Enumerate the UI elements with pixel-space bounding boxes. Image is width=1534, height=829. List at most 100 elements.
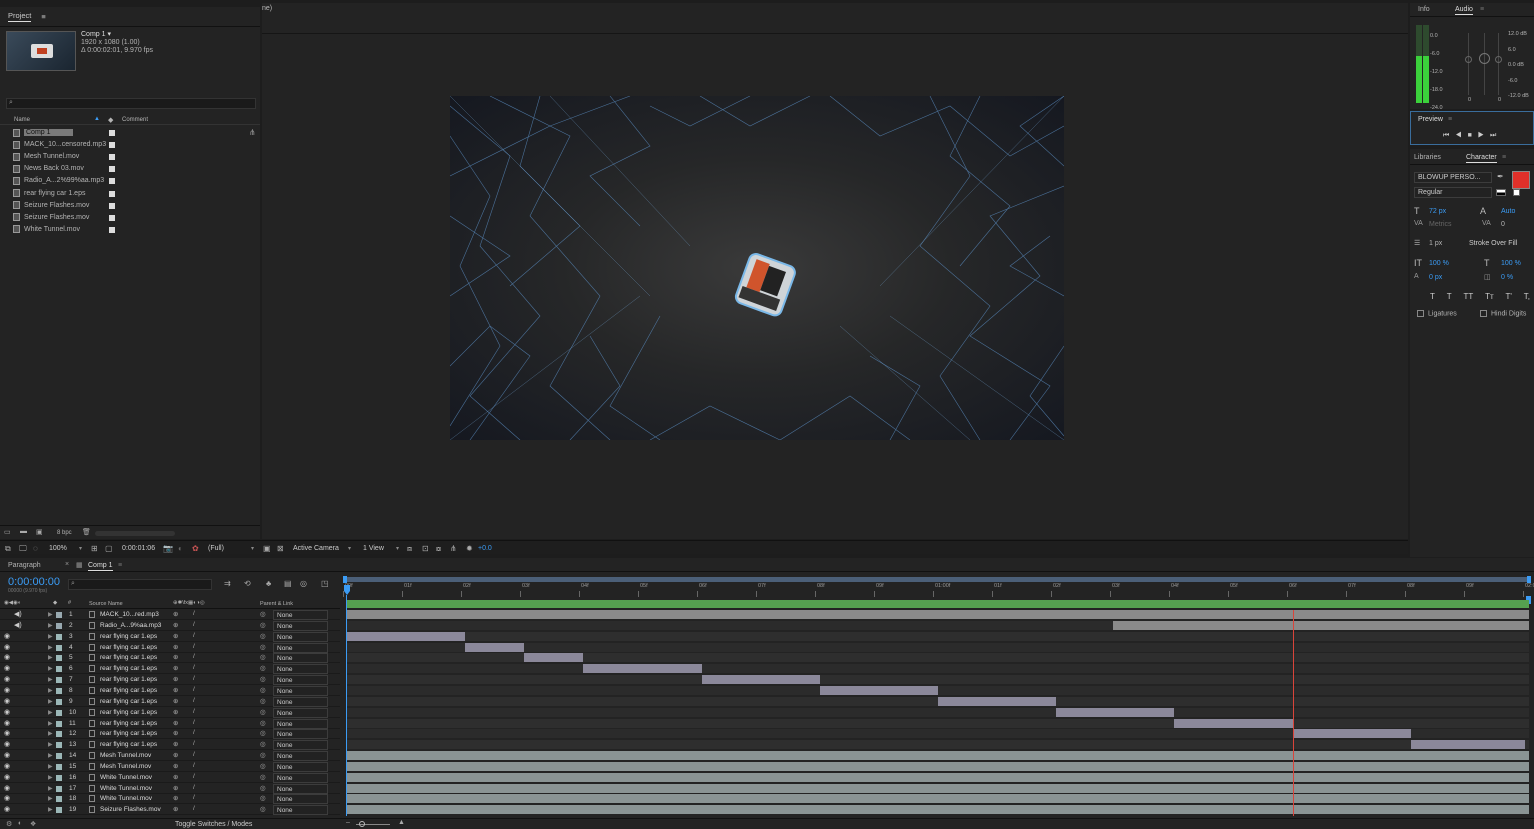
new-comp-icon[interactable]: ▣ [36, 528, 43, 536]
shy-switch-icon[interactable]: ⊕ [173, 621, 178, 629]
layer-duration-bar[interactable] [701, 675, 820, 685]
pickwhip-icon[interactable]: ◎ [260, 740, 266, 748]
visibility-eye-icon[interactable]: ◉ [4, 729, 10, 737]
audio-slider-knob[interactable] [1465, 56, 1472, 63]
views-dropdown[interactable]: 1 View [363, 545, 384, 552]
label-color-swatch[interactable] [56, 677, 62, 684]
comp-mini-flowchart-icon[interactable]: ⇉ [224, 579, 231, 588]
toggle-pixel-icon[interactable]: ⧈ [407, 544, 412, 554]
layer-row[interactable]: ◀) ▶ 1 MACK_10...red.mp3 ⊕ / ◎ None [0, 610, 340, 620]
visibility-eye-icon[interactable]: ◉ [4, 794, 10, 802]
quality-switch-icon[interactable]: / [193, 675, 195, 682]
exposure-icon[interactable]: ✹ [466, 544, 473, 553]
pickwhip-icon[interactable]: ◎ [260, 697, 266, 705]
parent-dropdown[interactable]: None [273, 751, 328, 762]
transfer-controls-icon[interactable]: ◐ [18, 820, 22, 827]
expand-arrow-icon[interactable]: ▶ [48, 806, 53, 813]
layer-row[interactable]: ◀) ▶ 2 Radio_A...9%aa.mp3 ⊕ / ◎ None [0, 620, 340, 631]
quality-switch-icon[interactable]: / [193, 632, 195, 639]
parent-dropdown[interactable]: None [273, 794, 328, 805]
text-style-button[interactable]: T' [1506, 292, 1512, 304]
label-color-swatch[interactable] [109, 202, 115, 209]
expand-arrow-icon[interactable]: ▶ [48, 633, 53, 640]
visibility-eye-icon[interactable]: ◉ [4, 653, 10, 661]
motion-blur-icon[interactable]: ◎ [300, 579, 307, 588]
label-color-swatch[interactable] [56, 731, 62, 738]
shy-switch-icon[interactable]: ⊕ [173, 675, 178, 683]
mask-icon[interactable]: ◌ [33, 544, 38, 553]
leading-value[interactable]: Auto [1501, 208, 1515, 215]
quality-switch-icon[interactable]: / [193, 653, 195, 660]
pickwhip-icon[interactable]: ◎ [260, 805, 266, 813]
last-frame-icon[interactable]: ⏭ [1490, 132, 1502, 139]
ligatures-checkbox[interactable] [1417, 310, 1424, 317]
tsume-value[interactable]: 0 % [1501, 274, 1513, 281]
parent-dropdown[interactable]: None [273, 805, 328, 816]
expand-arrow-icon[interactable]: ▶ [48, 795, 53, 802]
stroke-color-swatch[interactable] [1513, 189, 1520, 196]
parent-dropdown[interactable]: None [273, 631, 328, 642]
shy-switch-icon[interactable]: ⊕ [173, 794, 178, 802]
vertical-scale-value[interactable]: 100 % [1429, 260, 1449, 267]
audio-slider-left[interactable] [1468, 33, 1469, 95]
layer-duration-bar[interactable] [1292, 729, 1411, 739]
pickwhip-icon[interactable]: ◎ [260, 632, 266, 640]
label-color-swatch[interactable] [56, 709, 62, 716]
layer-duration-bar[interactable] [1410, 740, 1526, 750]
tab-audio[interactable]: Audio [1455, 6, 1473, 15]
quality-switch-icon[interactable]: / [193, 773, 195, 780]
parent-dropdown[interactable]: None [273, 685, 328, 696]
shy-switch-icon[interactable]: ⊕ [173, 751, 178, 759]
layer-name[interactable]: Mesh Tunnel.mov [100, 752, 151, 759]
layer-name[interactable]: MACK_10...red.mp3 [100, 611, 159, 618]
col-parent-link[interactable]: Parent & Link [260, 601, 293, 607]
pickwhip-icon[interactable]: ◎ [260, 751, 266, 759]
quality-switch-icon[interactable]: / [193, 697, 195, 704]
parent-dropdown[interactable]: None [273, 610, 328, 620]
layer-duration-bar[interactable] [465, 642, 525, 652]
layer-row[interactable]: ◉ ▶ 15 Mesh Tunnel.mov ⊕ / ◎ None [0, 761, 340, 772]
visibility-eye-icon[interactable]: ◉ [4, 675, 10, 683]
label-color-swatch[interactable] [109, 214, 115, 221]
layer-duration-bar[interactable] [347, 783, 1529, 793]
label-color-swatch[interactable] [56, 763, 62, 770]
label-color-swatch[interactable] [56, 633, 62, 640]
visibility-eye-icon[interactable]: ◉ [4, 686, 10, 694]
layer-name[interactable]: rear flying car 1.eps [100, 665, 157, 672]
text-style-button[interactable]: T [1447, 292, 1452, 304]
roi-icon[interactable]: ▣ [263, 544, 271, 553]
layer-duration-bar[interactable] [1056, 707, 1175, 717]
layer-duration-bar[interactable] [347, 794, 1529, 804]
comp-canvas[interactable] [450, 96, 1064, 440]
panel-menu-icon[interactable]: ≡ [41, 12, 45, 21]
parent-dropdown[interactable]: None [273, 772, 328, 783]
layer-duration-bar[interactable] [347, 631, 466, 641]
quality-switch-icon[interactable]: / [193, 664, 195, 671]
always-preview-icon[interactable]: ⧉ [5, 544, 11, 554]
shy-switch-icon[interactable]: ⊕ [173, 719, 178, 727]
layer-duration-bar[interactable] [1112, 620, 1529, 630]
label-color-swatch[interactable] [56, 742, 62, 749]
tab-info[interactable]: Info [1418, 6, 1430, 13]
project-item[interactable]: Radio_A...2%99%aa.mp3 [0, 175, 260, 186]
label-color-swatch[interactable] [56, 796, 62, 803]
visibility-eye-icon[interactable]: ◉ [4, 751, 10, 759]
eyedropper-icon[interactable]: ✒ [1497, 172, 1504, 181]
layer-row[interactable]: ◉ ▶ 4 rear flying car 1.eps ⊕ / ◎ None [0, 642, 340, 653]
col-comment[interactable]: Comment [122, 117, 148, 123]
draft-3d-icon[interactable]: ⊡ [422, 544, 429, 553]
col-source-name[interactable]: Source Name [89, 601, 123, 607]
quality-switch-icon[interactable]: / [193, 708, 195, 715]
label-color-swatch[interactable] [109, 142, 115, 149]
font-size-value[interactable]: 72 px [1429, 208, 1446, 215]
horizontal-scale-value[interactable]: 100 % [1501, 260, 1521, 267]
label-color-swatch[interactable] [56, 666, 62, 673]
flowchart-icon[interactable]: ⋔ [249, 128, 256, 137]
show-snapshot-icon[interactable]: ◐ [178, 544, 183, 553]
layer-name[interactable]: rear flying car 1.eps [100, 730, 157, 737]
label-color-swatch[interactable] [56, 785, 62, 792]
tab-character[interactable]: Character [1466, 154, 1497, 163]
pickwhip-icon[interactable]: ◎ [260, 729, 266, 737]
shy-switch-icon[interactable]: ⊕ [173, 686, 178, 694]
visibility-eye-icon[interactable]: ◉ [4, 632, 10, 640]
